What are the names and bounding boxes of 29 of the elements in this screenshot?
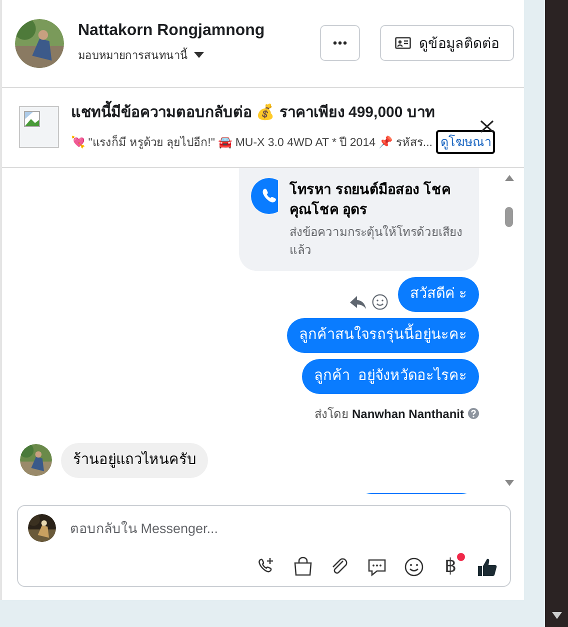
contact-name: Nattakorn Rongjamnong [78,22,266,40]
view-ad-link[interactable]: ดูโฆษณา [436,130,496,154]
call-card-title: โทรหา รถยนต์มือสอง โชคคุณโชค อุดร [290,180,452,219]
message-bubble: ลูกค้า อยู่จังหวัดอะไรคะ [302,358,479,394]
message-bubble: ร้านอยู่แถวไหนครับ [61,442,208,478]
reply-icon[interactable] [350,295,366,310]
emoji-icon[interactable] [403,556,425,578]
shopping-bag-icon[interactable] [292,556,314,578]
payment-button[interactable]: ฿ [440,557,461,578]
ad-title: แชทนี้มีข้อความตอบกลับต่อ 💰 ราคาเพียง 499,000 บาท [71,100,496,124]
call-card-subtitle: ส่งข้อความกระตุ้นให้โทรด้วยเสียงแล้ว [290,224,464,259]
scroll-down-arrow-icon[interactable] [552,612,562,619]
message-bubble: ลูกค้าสนใจรถรุ่นนี้อยู่นะคะ [287,318,479,353]
id-card-icon [395,37,411,50]
more-icon [333,41,347,46]
thumbs-up-icon[interactable] [476,556,498,578]
help-icon[interactable] [468,408,479,419]
ad-description: 💘 "แรงก็มี หรูด้วย ลุยไปอีก!" 🚘 MU-X 3.0 4WD AT * ปี 2014 📌 รหัสร... [71,133,432,152]
contact-info-button[interactable]: ดูข้อมูลติดต่อ [380,25,514,62]
broken-image-icon [24,111,40,128]
message-bubble: สวัสดีค่ ะ [398,276,479,312]
close-icon[interactable] [480,120,494,133]
caret-icon [194,52,204,58]
sent-by-label: ส่งโดย Nanwhan Nanthanit [314,406,464,423]
scroll-up-arrow-icon[interactable] [504,174,514,181]
message-composer[interactable]: ตอบกลับใน Messenger... ฿ [17,505,511,588]
phone-icon [251,178,278,214]
emoji-icon[interactable] [372,294,388,310]
scrollbar-thumb[interactable] [505,206,513,227]
